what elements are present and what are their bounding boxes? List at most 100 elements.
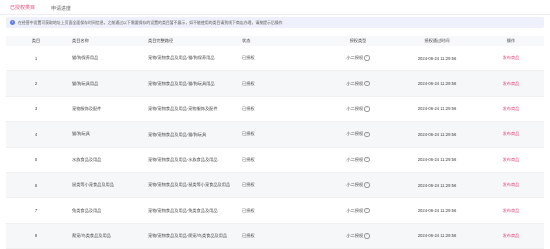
- row-id: 1: [34, 55, 38, 61]
- question-icon[interactable]: ?: [364, 233, 370, 239]
- row-id: 8: [34, 233, 38, 239]
- row-status: 已授权: [242, 131, 255, 137]
- row-path: 宠物/宠物食品及用品-兔类食品及用品: [148, 207, 218, 213]
- row-action: 发布商品: [478, 157, 544, 163]
- publish-product-link[interactable]: 发布商品: [503, 131, 520, 136]
- row-action: 发布商品: [478, 106, 544, 112]
- row-status: 已授权: [242, 207, 255, 213]
- row-id: 6: [34, 182, 38, 188]
- row-auth-type: 小二授权?: [320, 131, 396, 137]
- question-icon[interactable]: ?: [364, 156, 370, 163]
- row-auth-time: 2024-06-24 11:29:56: [417, 208, 457, 214]
- row-auth-type: 小二授权?: [320, 55, 396, 61]
- row-name: 鼠类等小宠食品及用品: [72, 182, 114, 188]
- publish-product-link[interactable]: 发布商品: [503, 233, 520, 238]
- row-action: 发布商品: [478, 55, 544, 61]
- question-icon[interactable]: ?: [364, 207, 370, 214]
- question-icon[interactable]: ?: [364, 106, 370, 112]
- row-auth-time: 2024-06-24 11:29:56: [417, 157, 457, 163]
- publish-product-link[interactable]: 发布商品: [503, 106, 520, 111]
- row-path: 宠物/宠物食品及用品-鼠类等小宠食品及用品: [148, 182, 231, 188]
- auth-type-label: 小二授权: [346, 182, 364, 188]
- row-path: 宠物/宠物食品及用品-猫/狗玩具用品: [148, 80, 215, 86]
- question-icon[interactable]: ?: [364, 182, 370, 188]
- header-id: 类目: [31, 38, 41, 43]
- publish-product-link[interactable]: 发布商品: [503, 81, 520, 86]
- row-action: 发布商品: [478, 233, 544, 239]
- row-id: 5: [34, 157, 38, 163]
- table-body: 1 猫/狗保养用品 宠物/宠物食品及用品-猫/狗保养用品 已授权 小二授权? 2024-0…: [6, 46, 544, 249]
- table-row: 8 爬宠/鸟类食品及用品 宠物/宠物食品及用品-爬宠/鸟类食品及用品 已授权 小二授权?…: [6, 223, 544, 249]
- row-auth-type: 小二授权?: [320, 233, 396, 239]
- table-row: 6 鼠类等小宠食品及用品 宠物/宠物食品及用品-鼠类等小宠食品及用品 已授权 小二授权?…: [6, 172, 544, 199]
- row-auth-type: 小二授权?: [320, 106, 396, 112]
- auth-type-label: 小二授权: [346, 105, 364, 111]
- auth-type-label: 小二授权: [346, 55, 364, 61]
- row-name: 爬宠/鸟类食品及用品: [72, 232, 111, 238]
- row-action: 发布商品: [478, 131, 544, 137]
- row-auth-time: 2024-06-24 11:29:56: [417, 233, 457, 239]
- row-path: 宠物/宠物食品及用品-宠物服饰及配件: [148, 106, 218, 112]
- header-path: 类目完整路径: [148, 38, 174, 44]
- row-auth-type: 小二授权?: [320, 208, 396, 214]
- row-status: 已授权: [242, 232, 255, 238]
- row-path: 宠物/宠物食品及用品-爬宠/鸟类食品及用品: [148, 233, 228, 239]
- auth-type-label: 小二授权: [346, 232, 364, 238]
- row-id: 7: [34, 208, 38, 214]
- question-icon[interactable]: ?: [364, 131, 370, 137]
- publish-product-link[interactable]: 发布商品: [503, 55, 520, 60]
- auth-type-label: 小二授权: [346, 131, 364, 137]
- notice-text: 在经营中设置可获取地址上页面全面保存时间信息，之前通过以下需要保存的设置的类目暂…: [18, 19, 283, 25]
- row-auth-type: 小二授权?: [320, 81, 396, 87]
- row-path: 宠物/宠物食品及用品-猫/狗保养用品: [148, 55, 215, 61]
- table-row: 4 猫/狗玩具 宠物/宠物食品及用品-猫/狗玩具 已授权 小二授权? 2024-06-24…: [6, 122, 544, 148]
- row-id: 3: [34, 106, 38, 112]
- category-table: 类目 类目名称 类目完整路径 状态 授权类型 授权通过时间 操作 1 猫/狗保养用…: [6, 36, 544, 249]
- row-status: 已授权: [242, 80, 255, 86]
- header-name: 类目名称: [72, 38, 89, 43]
- row-action: 发布商品: [478, 81, 544, 87]
- row-auth-time: 2024-06-24 11:29:56: [417, 106, 457, 112]
- row-status: 已授权: [242, 105, 255, 111]
- row-path: 宠物/宠物食品及用品-水族食品及用品: [148, 157, 218, 163]
- row-id: 2: [34, 81, 38, 87]
- row-name: 兔类食品及用品: [72, 207, 102, 213]
- table-header: 类目 类目名称 类目完整路径 状态 授权类型 授权通过时间 操作: [6, 36, 544, 46]
- table-row: 5 水族食品及用品 宠物/宠物食品及用品-水族食品及用品 已授权 小二授权? 2024-0…: [6, 148, 544, 173]
- row-auth-time: 2024-06-24 11:29:56: [417, 182, 457, 188]
- auth-type-label: 小二授权: [346, 207, 364, 213]
- table-row: 7 兔类食品及用品 宠物/宠物食品及用品-兔类食品及用品 已授权 小二授权? 2024-0…: [6, 198, 544, 224]
- tab-divider: [0, 14, 550, 15]
- row-path: 宠物/宠物食品及用品-猫/狗玩具: [148, 131, 207, 137]
- row-name: 水族食品及用品: [72, 156, 102, 162]
- auth-type-label: 小二授权: [346, 156, 364, 162]
- row-status: 已授权: [242, 55, 255, 61]
- row-name: 猫/狗保养用品: [72, 55, 99, 61]
- row-action: 发布商品: [478, 182, 544, 188]
- question-icon[interactable]: ?: [364, 80, 370, 87]
- info-icon: i: [10, 20, 15, 25]
- header-status: 状态: [242, 38, 251, 43]
- notice-banner: i 在经营中设置可获取地址上页面全面保存时间信息，之前通过以下需要保存的设置的类…: [6, 17, 544, 28]
- tab-bar: 已授权类目 申请进度: [10, 1, 71, 15]
- auth-type-label: 小二授权: [346, 80, 364, 86]
- row-action: 发布商品: [478, 208, 544, 214]
- table-row: 2 猫/狗玩具用品 宠物/宠物食品及用品-猫/狗玩具用品 已授权 小二授权? 2024-0…: [6, 71, 544, 97]
- row-auth-time: 2024-06-24 11:29:56: [417, 55, 457, 61]
- publish-product-link[interactable]: 发布商品: [503, 157, 520, 162]
- row-status: 已授权: [242, 182, 255, 188]
- row-name: 猫/狗玩具: [72, 131, 90, 137]
- table-row: 1 猫/狗保养用品 宠物/宠物食品及用品-猫/狗保养用品 已授权 小二授权? 2024-0…: [6, 46, 544, 72]
- row-name: 猫/狗玩具用品: [72, 80, 99, 86]
- row-auth-time: 2024-06-24 11:29:56: [417, 81, 457, 87]
- row-auth-time: 2024-06-24 11:29:56: [417, 131, 457, 137]
- row-auth-type: 小二授权?: [320, 157, 396, 163]
- row-auth-type: 小二授权?: [320, 182, 396, 188]
- header-auth-type: 授权类型: [349, 38, 367, 43]
- publish-product-link[interactable]: 发布商品: [503, 208, 520, 213]
- publish-product-link[interactable]: 发布商品: [503, 182, 520, 187]
- row-id: 4: [34, 131, 38, 137]
- header-action: 操作: [506, 38, 516, 43]
- table-row: 3 宠物服饰及配件 宠物/宠物食品及用品-宠物服饰及配件 已授权 小二授权? 2024-0…: [6, 97, 544, 123]
- question-icon[interactable]: ?: [364, 55, 370, 61]
